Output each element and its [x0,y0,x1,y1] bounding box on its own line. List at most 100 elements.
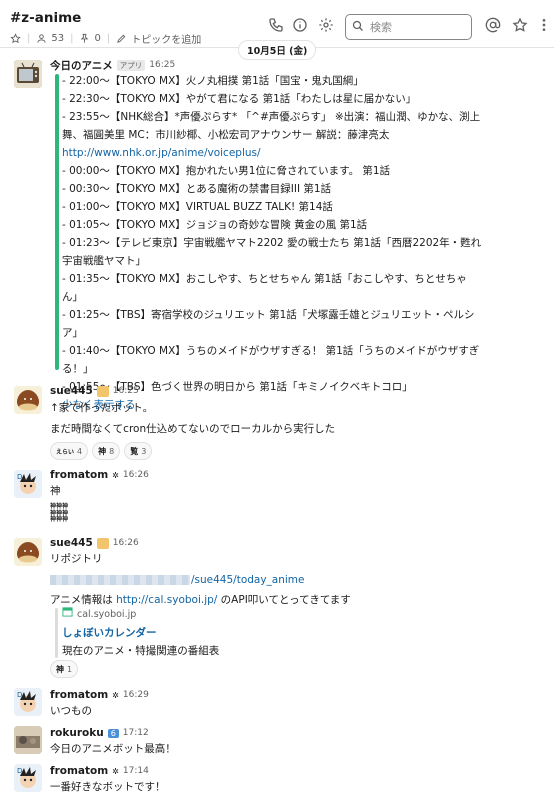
timestamp[interactable]: 17:14 [123,766,149,776]
reaction-third[interactable]: 覧3 [124,442,153,460]
nhk-link[interactable]: http://www.nhk.or.jp/anime/voiceplus/ [62,144,481,162]
search-icon [352,20,364,35]
astroboy-avatar[interactable]: D [14,470,42,498]
timestamp[interactable]: 16:26 [123,470,149,480]
list-item: る！」 [62,363,94,375]
message: D fromatom ✲ 16:29 いつもの [0,688,554,722]
message-text: ↑家で作ったボット。 [50,402,154,414]
reaction-emoji: えらい [56,448,75,456]
sender-name[interactable]: fromatom [50,765,108,777]
mentions-icon[interactable] [485,17,501,33]
attachment-bar [55,74,59,370]
sender-name[interactable]: rokuroku [50,727,104,739]
message-text: まだ時間なくてcron仕込めてないのでローカルから実行した [50,423,336,435]
reaction-emoji: 神 [56,664,64,674]
status-emoji-icon [96,537,109,549]
kami-block: 神神神 神神神 神神神 [50,503,546,524]
unfurl-title[interactable]: しょぼいカレンダー [62,624,219,642]
message-text: 一番好きなボットです！ [50,781,166,793]
list-item: 舞、福圓美里 MC：市川紗椰、小松宏司アナウンサー 解説：藤津亮太 [62,129,390,141]
status-badge: 6 [107,728,119,738]
text-part: アニメ情報は [50,594,117,606]
add-topic-link[interactable]: トピックを追加 [131,31,201,46]
tv-bot-avatar[interactable] [14,60,42,88]
status-emoji-icon [96,385,109,397]
message-text: いつもの [50,705,92,717]
star-icon[interactable] [10,33,21,44]
reactions: 神1 [50,660,79,678]
status-emoji-icon: ✲ [112,470,119,480]
reaction-count: 4 [77,446,83,456]
message: sue445 16:26 リポジトリ /sue445/today_anime ア… [0,536,554,682]
svg-text:D: D [17,473,22,481]
message: 今日のアニメ アプリ 16:25 - 22:00～【TOKYO MX】火ノ丸相撲… [0,56,554,411]
list-item: ん」 [62,291,83,303]
search-input[interactable] [370,20,460,34]
message-text: 今日のアニメボット最高！ [50,743,176,755]
rokuroku-avatar[interactable] [14,726,42,754]
reactions: えらい 4 神8 覧3 [50,442,546,460]
message: D fromatom ✲ 17:14 一番好きなボットです！ [0,764,554,800]
list-item: ア」 [62,327,83,339]
list-item: - 01:25～【TBS】寄宿学校のジュリエット 第1話「犬塚露壬雄とジュリエッ… [62,309,475,321]
reaction-emoji: 神 [98,446,107,456]
member-count[interactable]: 53 [51,33,64,44]
svg-text:D: D [17,691,22,699]
reaction-kami[interactable]: 神1 [50,660,79,678]
gear-icon[interactable] [318,17,334,33]
list-item: - 01:40～【TOKYO MX】うちのメイドがウザすぎる！ 第1話「うちのメ… [62,345,480,357]
status-emoji-icon: ✲ [112,766,119,776]
list-item: - 22:30～【TOKYO MX】やがて君になる 第1話「わたしは星に届かない… [62,93,417,105]
channel-name[interactable]: #z-anime [10,10,81,26]
pinned-count[interactable]: 0 [94,33,100,44]
star-items-icon[interactable] [512,17,528,33]
message: sue445 16:25 ↑家で作ったボット。 まだ時間なくてcron仕込めてな… [0,384,554,464]
reaction-count: 1 [67,664,73,674]
calendar-icon [62,606,73,624]
syoboi-link[interactable]: http://cal.syoboi.jp/ [116,594,217,606]
redacted-url [50,575,190,585]
info-icon[interactable] [292,17,308,33]
timestamp[interactable]: 16:25 [149,60,175,70]
list-item: - 01:35～【TOKYO MX】おこしやす、ちとせちゃん 第1話「おこしやす… [62,273,467,285]
list-item: - 22:00～【TOKYO MX】火ノ丸相撲 第1話「国宝・鬼丸国綱」 [62,75,364,87]
phone-icon[interactable] [268,17,284,33]
list-item: - 00:00～【TOKYO MX】抱かれたい男1位に脅されています。 第1話 [62,165,391,177]
list-item: - 01:23～【テレビ東京】宇宙戦艦ヤマト2202 愛の戦士たち 第1話「西暦… [62,237,482,249]
unfurl-desc: 現在のアニメ・特撮関連の番組表 [62,645,220,657]
message: rokuroku 6 17:12 今日のアニメボット最高！ [0,726,554,762]
pencil-icon[interactable] [116,33,127,44]
timestamp[interactable]: 16:26 [113,538,139,548]
message: D fromatom ✲ 16:26 神 神神神 神神神 神神神 [0,468,554,534]
sender-name[interactable]: sue445 [50,537,93,549]
app-badge: アプリ [116,59,146,71]
repo-link-line: /sue445/today_anime [50,571,546,589]
chestnut-avatar[interactable] [14,538,42,566]
reaction-emoji: 覧 [130,446,139,456]
sender-name[interactable]: 今日のアニメ [50,58,113,73]
pin-icon[interactable] [79,33,90,44]
astroboy-avatar[interactable]: D [14,764,42,792]
reaction-kami[interactable]: 神8 [92,442,121,460]
more-icon[interactable] [536,17,552,33]
sender-name[interactable]: sue445 [50,385,93,397]
timestamp[interactable]: 17:12 [123,728,149,738]
reaction-erai[interactable]: えらい 4 [50,442,89,460]
sender-name[interactable]: fromatom [50,469,108,481]
list-item: - 23:55～【NHK総合】*声優ぷらす* 「^#声優ぷらす」 ※出演：福山潤… [62,111,481,123]
unfurl-site[interactable]: cal.syoboi.jp [77,606,136,624]
search-box[interactable] [345,14,472,40]
repo-link[interactable]: /sue445/today_anime [191,574,305,586]
svg-text:D: D [17,767,22,775]
members-icon[interactable] [36,33,47,44]
message-text: 神 [50,485,61,497]
timestamp[interactable]: 16:29 [123,690,149,700]
message-text: リポジトリ [50,553,103,565]
chestnut-avatar[interactable] [14,386,42,414]
reaction-count: 3 [141,446,147,456]
timestamp[interactable]: 16:25 [113,386,139,396]
sender-name[interactable]: fromatom [50,689,108,701]
unfurl-site-line: cal.syoboi.jp [62,606,219,624]
astroboy-avatar[interactable]: D [14,688,42,716]
list-item: - 01:00～【TOKYO MX】VIRTUAL BUZZ TALK! 第14… [62,201,333,213]
